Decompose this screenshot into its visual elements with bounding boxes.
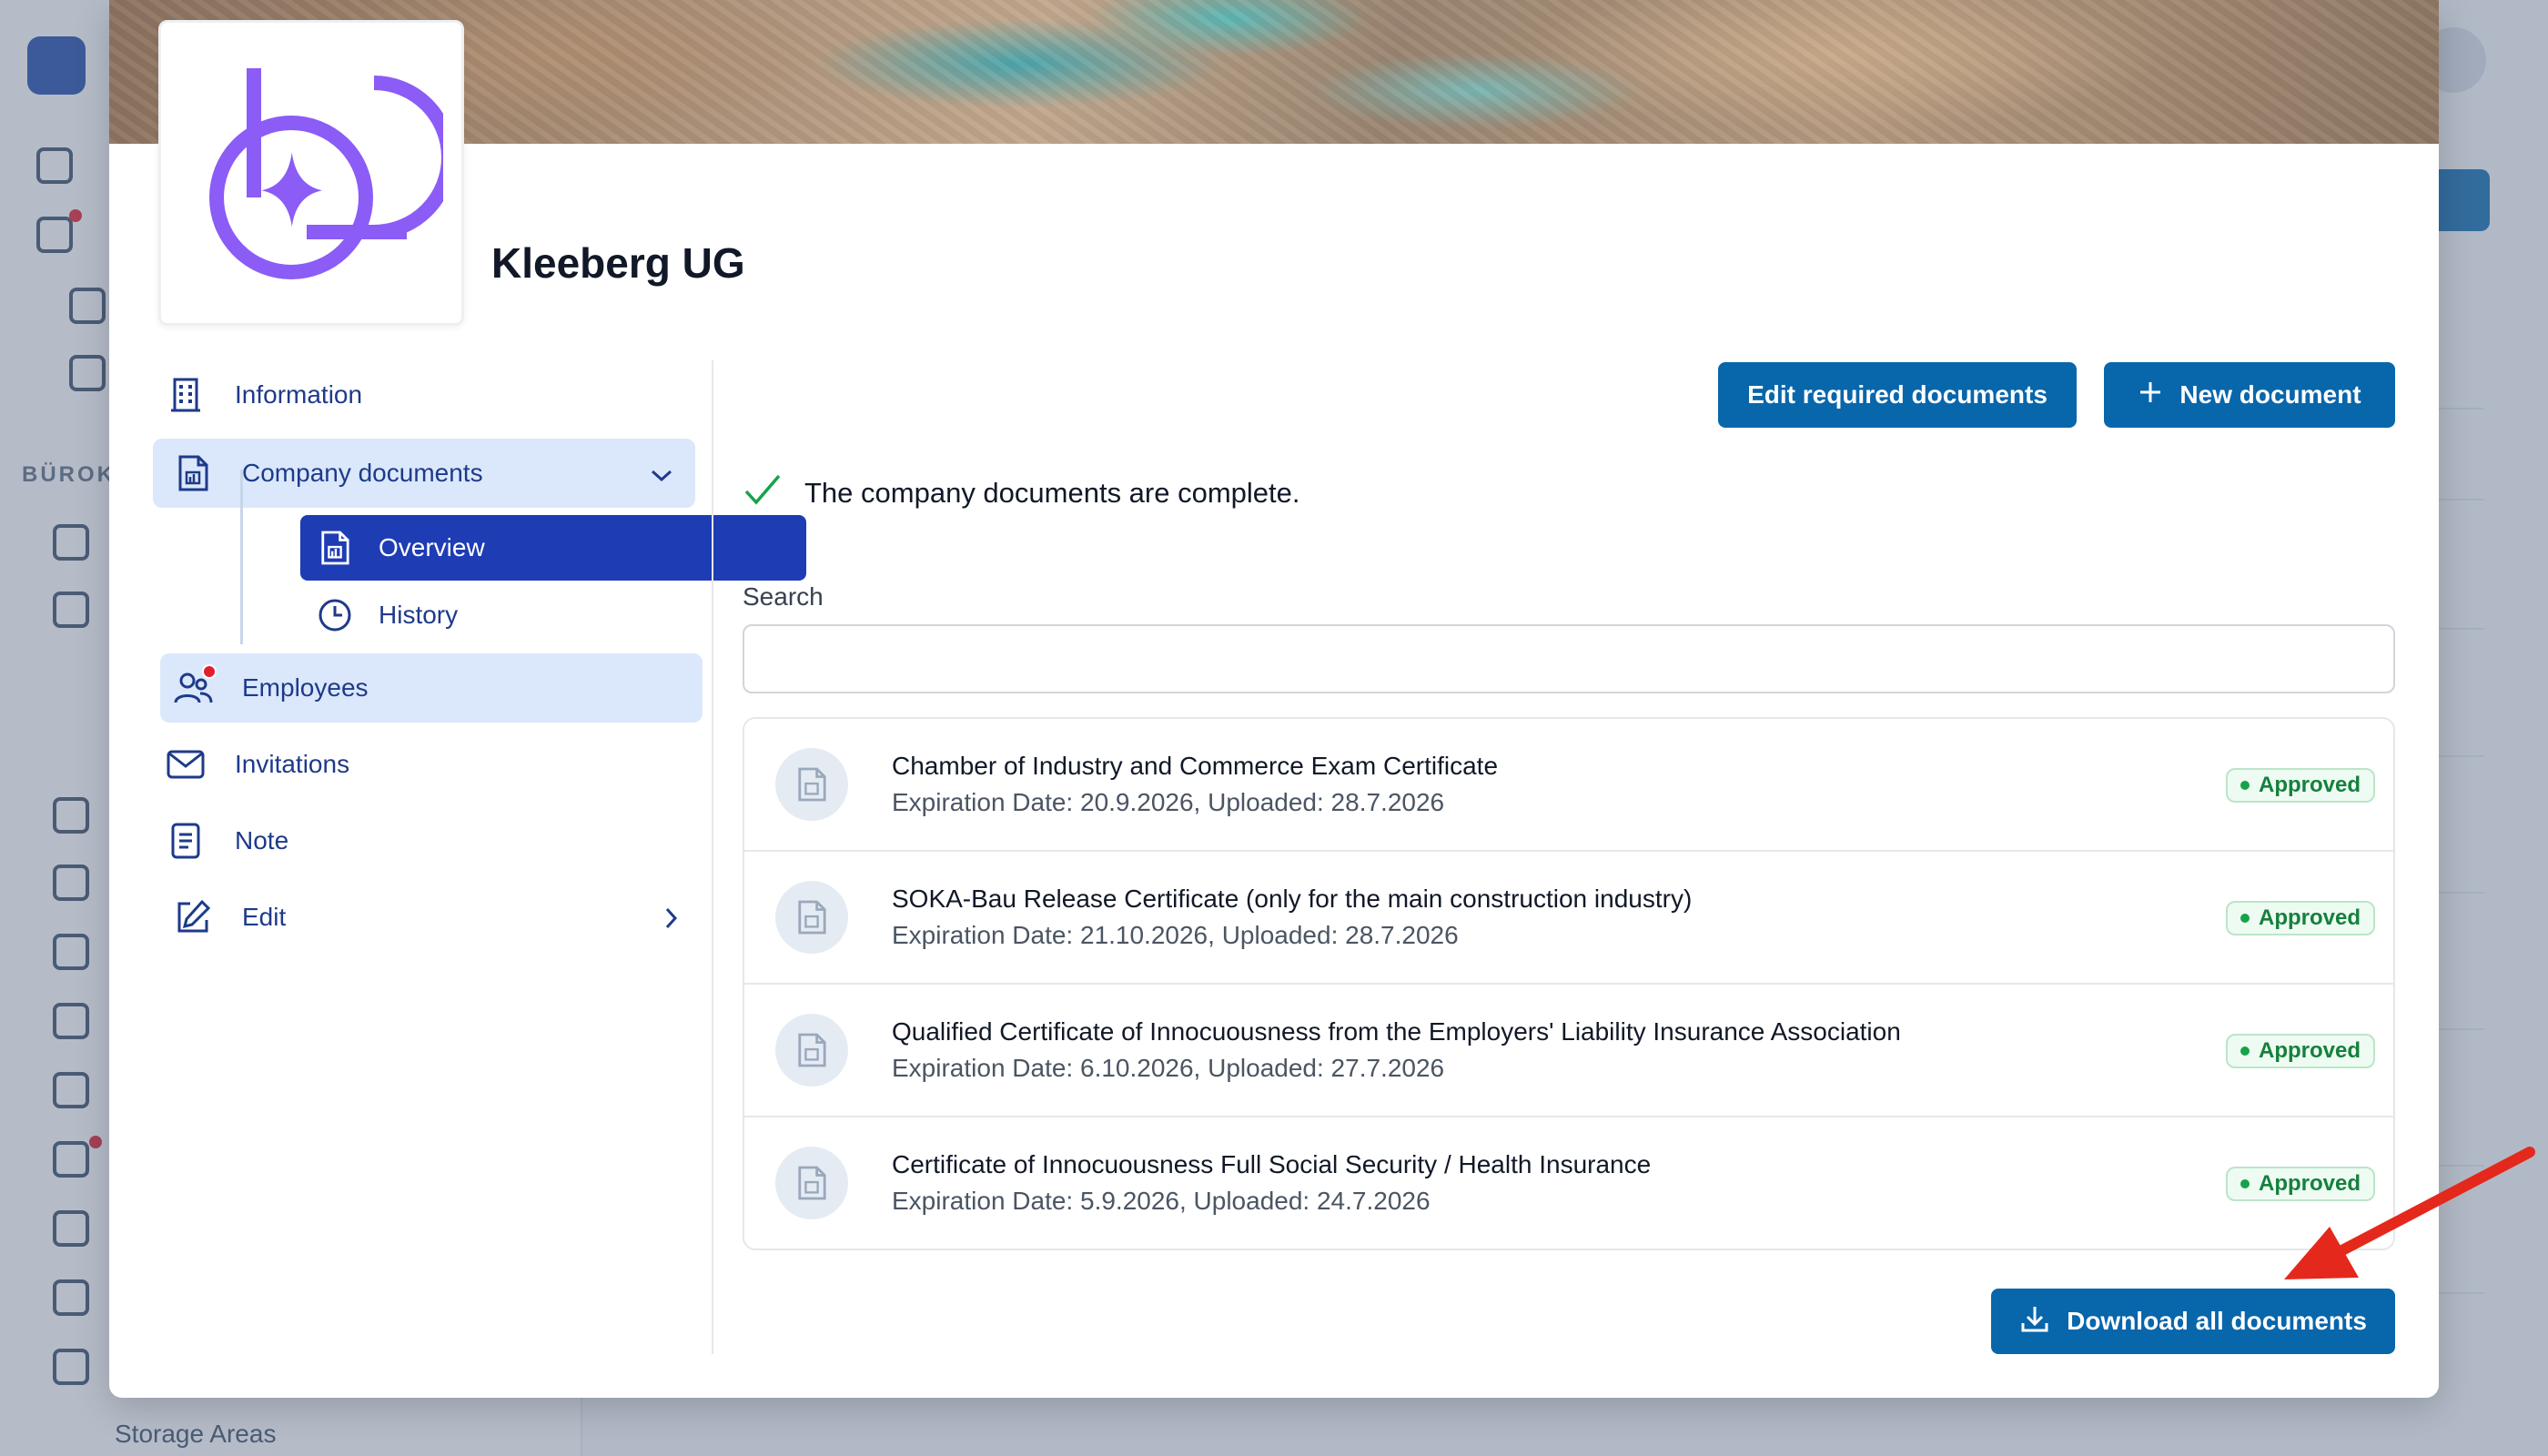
button-label: Download all documents [2067,1307,2367,1335]
clock-icon [317,597,353,633]
nav-label: Edit [242,903,287,931]
nav-label: Information [235,380,363,409]
document-icon [317,530,353,566]
completion-status: The company documents are complete. [743,471,1300,515]
users-icon [171,664,217,710]
document-meta: Expiration Date: 21.10.2026, Uploaded: 2… [892,921,1459,949]
search-input[interactable] [743,624,2395,693]
content-divider [712,360,713,1354]
nav-item-company-documents[interactable]: Company documents [153,439,695,508]
status-badge: Approved [2225,1034,2375,1068]
nav-label: Employees [242,673,369,702]
document-meta: Expiration Date: 20.9.2026, Uploaded: 28… [892,788,1445,816]
document-icon [775,1147,848,1219]
note-icon [164,819,207,863]
button-label: New document [2179,380,2361,409]
status-label: Approved [2258,1038,2361,1063]
notification-dot [202,664,217,679]
nav-label: Overview [379,533,485,561]
status-dot [2240,781,2250,790]
status-dot [2240,1179,2250,1188]
document-row[interactable]: Certificate of Innocuousness Full Social… [744,1117,2393,1249]
document-row[interactable]: Qualified Certificate of Innocuousness f… [744,985,2393,1117]
nav-item-note[interactable]: Note [153,806,699,875]
checkmark-icon [743,471,783,515]
download-icon [2019,1303,2050,1340]
nav-label: Invitations [235,750,350,778]
company-logo [158,20,464,326]
annotation-arrow-icon [2284,1147,2535,1279]
company-name: Kleeberg UG [491,239,745,287]
nav-item-overview[interactable]: Overview [300,515,806,581]
nav-item-invitations[interactable]: Invitations [153,730,699,799]
building-icon [164,373,207,417]
document-meta: Expiration Date: 5.9.2026, Uploaded: 24.… [892,1187,1431,1215]
document-row[interactable]: Chamber of Industry and Commerce Exam Ce… [744,719,2393,852]
company-modal: Kleeberg UG Information Company document… [109,0,2439,1398]
document-icon [171,451,215,495]
document-row[interactable]: SOKA-Bau Release Certificate (only for t… [744,852,2393,985]
status-badge: Approved [2225,768,2375,803]
nav-label: Note [235,826,289,854]
pencil-icon [171,895,215,939]
download-all-documents-button[interactable]: Download all documents [1991,1289,2395,1354]
nav-label: Company documents [242,459,483,487]
chevron-right-icon[interactable] [661,906,681,936]
document-title: SOKA-Bau Release Certificate (only for t… [892,885,1693,913]
nav-item-edit[interactable]: Edit [160,883,703,952]
document-list: Chamber of Industry and Commerce Exam Ce… [743,717,2395,1250]
document-icon [775,748,848,821]
nav-sub-divider [240,470,243,644]
button-label: Edit required documents [1747,380,2048,409]
nav-item-employees[interactable]: Employees [160,653,703,723]
status-dot [2240,1046,2250,1056]
status-dot [2240,914,2250,923]
new-document-button[interactable]: New document [2104,362,2395,428]
completion-text: The company documents are complete. [804,477,1300,509]
document-icon [775,1014,848,1087]
edit-required-documents-button[interactable]: Edit required documents [1718,362,2077,428]
status-label: Approved [2258,773,2361,797]
mail-icon [164,743,207,786]
nav-item-history[interactable]: History [300,582,806,648]
search-label: Search [743,582,824,611]
document-title: Certificate of Innocuousness Full Social… [892,1150,1652,1178]
status-label: Approved [2258,905,2361,930]
plus-icon [2138,379,2163,411]
company-logo-icon [209,68,443,279]
document-title: Chamber of Industry and Commerce Exam Ce… [892,752,1499,780]
document-title: Qualified Certificate of Innocuousness f… [892,1017,1901,1046]
status-badge: Approved [2225,901,2375,935]
document-icon [775,881,848,954]
nav-item-information[interactable]: Information [153,360,699,430]
chevron-down-icon[interactable] [650,462,673,491]
nav-label: History [379,601,459,629]
document-meta: Expiration Date: 6.10.2026, Uploaded: 27… [892,1054,1445,1082]
